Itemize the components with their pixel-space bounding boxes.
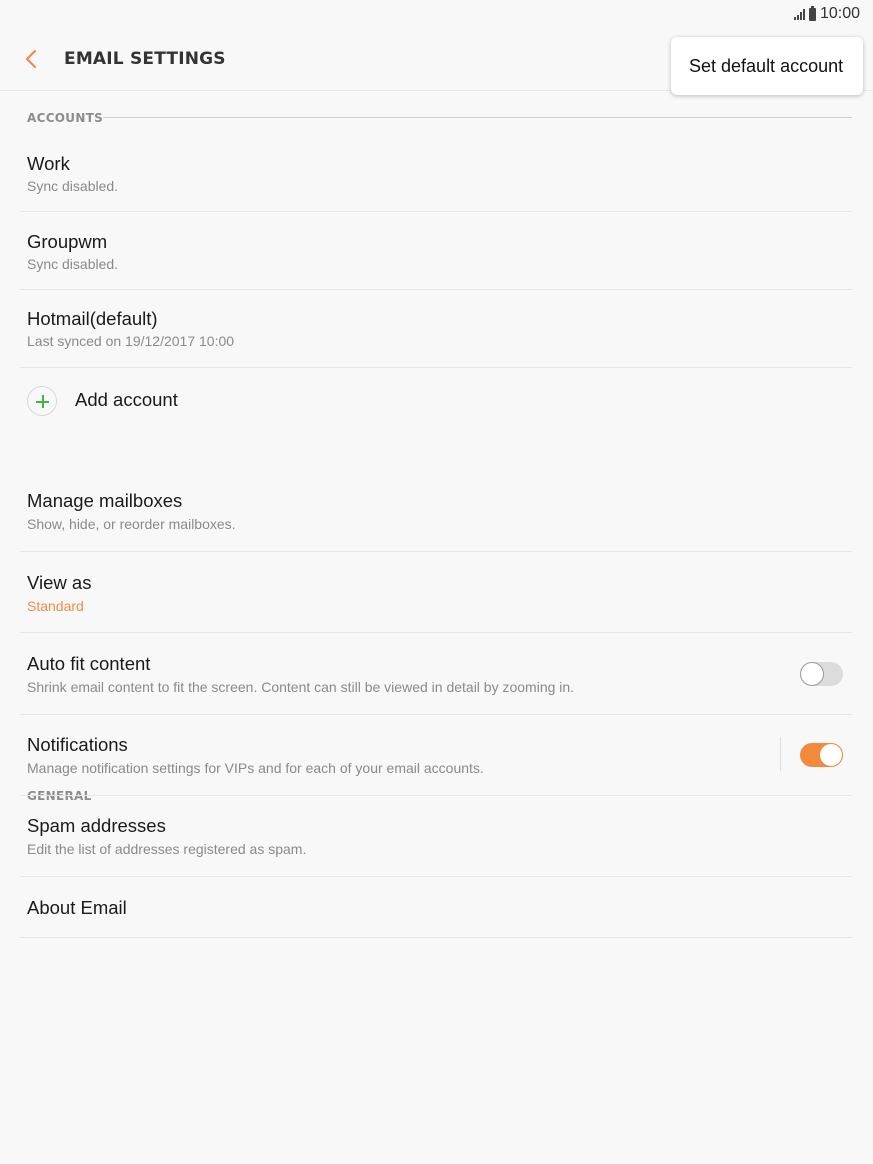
account-name: Hotmail(default) — [27, 308, 158, 329]
setting-title: View as — [27, 572, 92, 593]
account-status: Last synced on 19/12/2017 10:00 — [27, 333, 235, 349]
vertical-divider — [780, 737, 781, 771]
setting-auto-fit-content[interactable]: Auto fit content Shrink email content to… — [20, 633, 852, 715]
section-divider — [103, 117, 852, 118]
notifications-toggle[interactable] — [800, 743, 843, 767]
setting-title: About Email — [27, 897, 127, 918]
status-time: 10:00 — [819, 5, 860, 22]
plus-icon — [27, 386, 57, 416]
account-item-work[interactable]: Work Sync disabled. — [20, 134, 852, 212]
setting-spam-addresses[interactable]: Spam addresses Edit the list of addresse… — [20, 796, 852, 877]
setting-title: Manage mailboxes — [27, 490, 183, 511]
toggle-knob — [819, 743, 843, 767]
account-item-groupwm[interactable]: Groupwm Sync disabled. — [20, 212, 852, 290]
setting-about-email[interactable]: About Email — [20, 877, 852, 938]
section-label: ACCOUNTS — [27, 111, 104, 125]
status-bar: 10:00 — [0, 0, 873, 30]
setting-subtitle: Shrink email content to fit the screen. … — [27, 679, 575, 695]
account-name: Work — [27, 153, 70, 174]
menu-item-set-default-account[interactable]: Set default account — [689, 56, 843, 77]
setting-subtitle: Manage notification settings for VIPs an… — [27, 760, 484, 776]
setting-view-as[interactable]: View as Standard — [20, 552, 852, 633]
signal-icon — [793, 8, 805, 20]
account-status: Sync disabled. — [27, 178, 119, 194]
chevron-left-icon — [25, 49, 37, 69]
account-name: Groupwm — [27, 231, 108, 252]
add-account-label: Add account — [75, 389, 178, 410]
setting-title: Spam addresses — [27, 815, 166, 836]
setting-subtitle: Show, hide, or reorder mailboxes. — [27, 516, 236, 532]
setting-manage-mailboxes[interactable]: Manage mailboxes Show, hide, or reorder … — [20, 472, 852, 552]
setting-subtitle: Edit the list of addresses registered as… — [27, 841, 307, 857]
setting-title: Auto fit content — [27, 653, 151, 674]
overflow-popup-menu: Set default account — [671, 37, 863, 95]
setting-notifications[interactable]: Notifications Manage notification settin… — [20, 715, 852, 796]
setting-value: Standard — [27, 598, 84, 614]
page-title: EMAIL SETTINGS — [64, 49, 226, 69]
toggle-knob — [800, 662, 824, 686]
back-button[interactable] — [20, 44, 44, 74]
auto-fit-toggle[interactable] — [800, 662, 843, 686]
account-item-hotmail[interactable]: Hotmail(default) Last synced on 19/12/20… — [20, 290, 852, 368]
battery-icon — [808, 5, 816, 21]
setting-title: Notifications — [27, 734, 128, 755]
account-status: Sync disabled. — [27, 256, 119, 272]
status-icons: 10:00 — [793, 5, 860, 23]
add-account-button[interactable]: Add account — [20, 368, 852, 432]
